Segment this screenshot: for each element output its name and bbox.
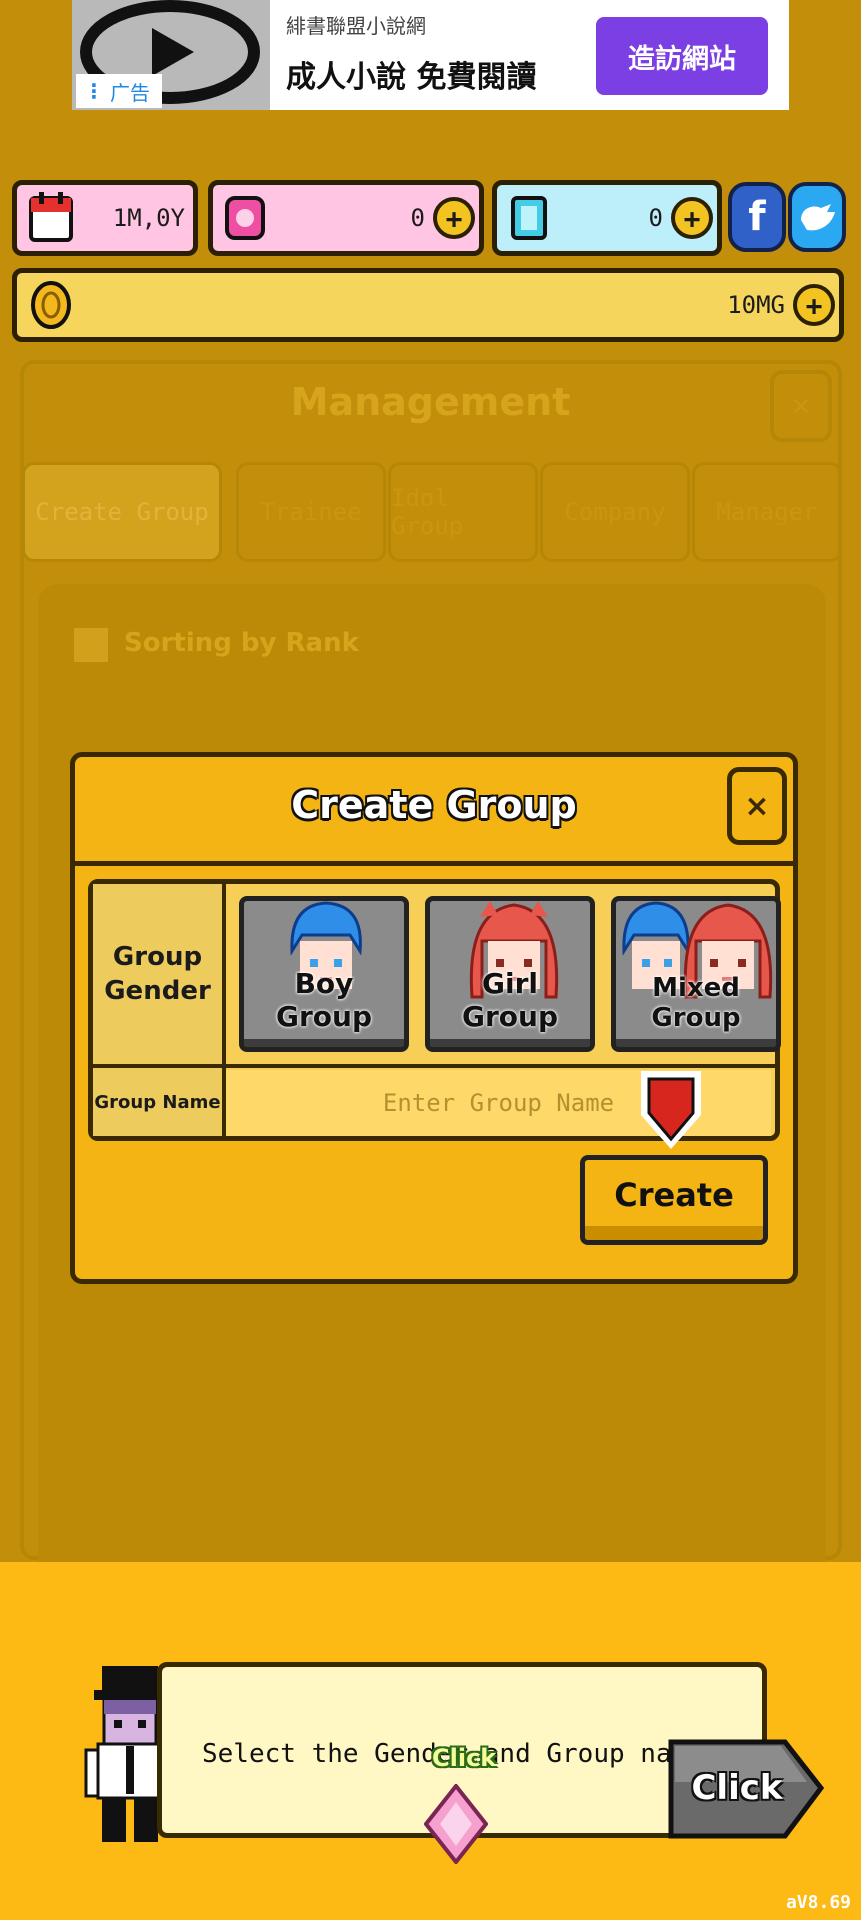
gold-coin-icon bbox=[31, 281, 71, 329]
ad-banner[interactable]: ⋮ 广告 緋書聯盟小說網 成人小說 免費閱讀 造訪網站 bbox=[72, 0, 789, 110]
group-name-label: Group Name bbox=[93, 1068, 226, 1136]
facebook-icon: f bbox=[748, 194, 766, 240]
twitter-icon bbox=[801, 204, 835, 231]
click-hint-label: Click bbox=[432, 1744, 497, 1772]
blue-gem-bar: 0 + bbox=[492, 180, 722, 256]
facebook-button[interactable]: f bbox=[728, 182, 786, 252]
boy-group-label: Boy Group bbox=[275, 967, 372, 1033]
version-label: aV8.69 bbox=[785, 1892, 851, 1913]
create-button[interactable]: Create bbox=[580, 1155, 768, 1245]
tutorial-click-label: Click bbox=[691, 1768, 783, 1808]
sort-label[interactable]: Sorting by Rank bbox=[124, 628, 359, 658]
close-icon: × bbox=[744, 788, 770, 824]
sort-icon bbox=[74, 628, 108, 662]
pink-gem-icon bbox=[225, 196, 265, 240]
pink-gem-add-button[interactable]: + bbox=[433, 197, 475, 239]
calendar-icon bbox=[29, 192, 73, 242]
blue-gem-icon bbox=[511, 196, 547, 240]
pink-gem-value: 0 bbox=[410, 204, 425, 232]
ad-title: 緋書聯盟小說網 bbox=[286, 14, 426, 38]
ad-menu-icon: ⋮ bbox=[84, 79, 104, 103]
date-value: 1M,0Y bbox=[112, 204, 185, 232]
twitter-button[interactable] bbox=[788, 182, 846, 252]
group-gender-label: Group Gender bbox=[93, 884, 226, 1064]
pointer-arrow-icon bbox=[641, 1071, 701, 1149]
pink-diamond-icon bbox=[424, 1784, 488, 1864]
dialog-close-button[interactable]: × bbox=[727, 767, 787, 845]
gold-add-button[interactable]: + bbox=[793, 284, 835, 326]
tab-create-group[interactable]: Create Group bbox=[22, 462, 222, 562]
ad-label-text: 广告 bbox=[110, 80, 150, 105]
tab-idol-group[interactable]: Idol Group bbox=[388, 462, 538, 562]
button-shade bbox=[430, 1039, 590, 1047]
gold-bar: 10MG + bbox=[12, 268, 844, 342]
boy-group-button[interactable]: Boy Group bbox=[239, 896, 409, 1052]
gold-value: 10MG bbox=[727, 291, 785, 319]
group-gender-label-line2: Gender bbox=[104, 976, 211, 1006]
create-group-dialog: Create Group × Group Gender Group Name B… bbox=[70, 752, 798, 1284]
button-shade bbox=[616, 1039, 776, 1047]
management-close-button[interactable]: × bbox=[770, 370, 832, 442]
girl-group-label: Girl Group bbox=[461, 967, 558, 1033]
tab-trainee[interactable]: Trainee bbox=[236, 462, 386, 562]
button-shade bbox=[244, 1039, 404, 1047]
group-gender-label-line1: Group bbox=[112, 942, 203, 972]
dialog-title: Create Group bbox=[291, 783, 577, 827]
tab-company[interactable]: Company bbox=[540, 462, 690, 562]
blue-gem-add-button[interactable]: + bbox=[671, 197, 713, 239]
ad-visit-button[interactable]: 造訪網站 bbox=[596, 17, 768, 95]
pink-gem-bar: 0 + bbox=[208, 180, 484, 256]
mixed-group-label: Mixed Group bbox=[651, 973, 741, 1033]
date-display: 1M,0Y bbox=[12, 180, 198, 256]
ad-label[interactable]: ⋮ 广告 bbox=[76, 74, 162, 108]
button-shade bbox=[585, 1226, 763, 1240]
tutorial-click-button[interactable]: Click bbox=[667, 1738, 825, 1840]
create-button-label: Create bbox=[614, 1176, 734, 1214]
mixed-group-button[interactable]: Mixed Group bbox=[611, 896, 781, 1052]
management-title: Management bbox=[290, 380, 571, 424]
girl-group-button[interactable]: Girl Group bbox=[425, 896, 595, 1052]
tab-manager[interactable]: Manager bbox=[692, 462, 842, 562]
blue-gem-value: 0 bbox=[648, 204, 663, 232]
ad-subtitle: 成人小說 免費閱讀 bbox=[286, 60, 537, 95]
